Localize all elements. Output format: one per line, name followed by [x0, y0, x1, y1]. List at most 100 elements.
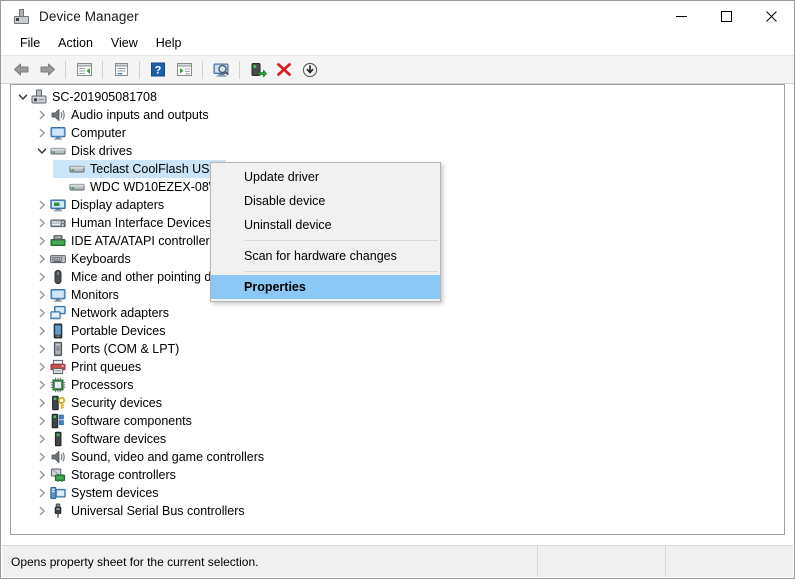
device-manager-icon [13, 8, 30, 25]
tree-item[interactable]: Disk drives [11, 142, 784, 160]
context-menu-item-scan-for-hardware-changes[interactable]: Scan for hardware changes [211, 244, 440, 268]
monitor-icon [50, 125, 66, 141]
chevron-right-icon[interactable] [34, 394, 50, 412]
menu-action[interactable]: Action [49, 33, 102, 54]
tree-item-label: Network adapters [71, 304, 174, 322]
svg-text:?: ? [155, 65, 162, 77]
storage-controller-icon [50, 467, 66, 483]
software-device-icon [50, 431, 66, 447]
tree-item-label: Audio inputs and outputs [71, 106, 214, 124]
title-bar: Device Manager [1, 1, 794, 32]
properties-icon[interactable] [109, 58, 133, 81]
device-manager-window: Device Manager File Action View Help [0, 0, 795, 579]
tree-item-label: Storage controllers [71, 466, 181, 484]
tree-item[interactable]: Audio inputs and outputs [11, 106, 784, 124]
minimize-button[interactable] [659, 1, 704, 32]
monitor-icon [50, 287, 66, 303]
tree-item[interactable]: Software devices [11, 430, 784, 448]
chevron-down-icon[interactable] [34, 142, 50, 160]
help-icon[interactable]: ? [146, 58, 170, 81]
toolbar-separator [202, 61, 203, 79]
chevron-right-icon[interactable] [34, 214, 50, 232]
computer-root-icon [31, 89, 47, 105]
context-menu-item-update-driver[interactable]: Update driver [211, 165, 440, 189]
chevron-right-icon[interactable] [34, 430, 50, 448]
disable-device-icon[interactable] [298, 58, 322, 81]
tree-item[interactable]: Storage controllers [11, 466, 784, 484]
tree-item-label: Portable Devices [71, 322, 171, 340]
context-menu-item-properties[interactable]: Properties [211, 275, 440, 299]
update-driver-icon[interactable] [246, 58, 270, 81]
scan-for-hardware-changes-icon[interactable] [209, 58, 233, 81]
chevron-right-icon[interactable] [34, 106, 50, 124]
processor-icon [50, 377, 66, 393]
tree-item-label: Software components [71, 412, 197, 430]
tree-item-label: IDE ATA/ATAPI controllers [71, 232, 221, 250]
device-tree: SC-201905081708Audio inputs and outputsC… [11, 85, 784, 520]
chevron-right-icon[interactable] [34, 286, 50, 304]
disk-icon [69, 179, 85, 195]
chevron-right-icon[interactable] [34, 358, 50, 376]
chevron-right-icon[interactable] [34, 448, 50, 466]
menu-help[interactable]: Help [147, 33, 191, 54]
tree-item[interactable]: Computer [11, 124, 784, 142]
chevron-right-icon[interactable] [34, 502, 50, 520]
tree-item[interactable]: Software components [11, 412, 784, 430]
chevron-right-icon[interactable] [34, 466, 50, 484]
chevron-right-icon[interactable] [34, 268, 50, 286]
back-icon[interactable] [9, 58, 33, 81]
device-tree-pane[interactable]: SC-201905081708Audio inputs and outputsC… [10, 84, 785, 535]
chevron-right-icon[interactable] [34, 304, 50, 322]
maximize-button[interactable] [704, 1, 749, 32]
tree-item[interactable]: System devices [11, 484, 784, 502]
tree-item[interactable]: Portable Devices [11, 322, 784, 340]
chevron-right-icon[interactable] [34, 376, 50, 394]
close-button[interactable] [749, 1, 794, 32]
speaker-icon [50, 449, 66, 465]
chevron-down-icon[interactable] [15, 88, 31, 106]
context-menu: Update driverDisable deviceUninstall dev… [210, 162, 441, 302]
show-hide-console-tree-icon[interactable] [72, 58, 96, 81]
tree-item-label: Software devices [71, 430, 171, 448]
tree-item-label: Human Interface Devices [71, 214, 216, 232]
chevron-right-icon[interactable] [34, 484, 50, 502]
speaker-icon [50, 107, 66, 123]
tree-item[interactable]: Sound, video and game controllers [11, 448, 784, 466]
context-menu-item-uninstall-device[interactable]: Uninstall device [211, 213, 440, 237]
tree-item-label: Computer [71, 124, 131, 142]
window-controls [659, 1, 794, 32]
usb-icon [50, 503, 66, 519]
ide-controller-icon [50, 233, 66, 249]
chevron-right-icon[interactable] [34, 322, 50, 340]
tree-item[interactable]: Processors [11, 376, 784, 394]
menu-view[interactable]: View [102, 33, 147, 54]
chevron-right-icon[interactable] [34, 340, 50, 358]
window-title: Device Manager [39, 9, 139, 24]
chevron-right-icon[interactable] [34, 232, 50, 250]
tree-root-node[interactable]: SC-201905081708 [11, 88, 784, 106]
chevron-right-icon[interactable] [34, 124, 50, 142]
status-pane-1 [537, 546, 665, 577]
uninstall-device-icon[interactable] [272, 58, 296, 81]
chevron-right-icon[interactable] [34, 196, 50, 214]
forward-icon[interactable] [35, 58, 59, 81]
tree-item-label: Monitors [71, 286, 124, 304]
view-devices-icon[interactable] [172, 58, 196, 81]
tree-item-label: Sound, video and game controllers [71, 448, 269, 466]
chevron-right-icon[interactable] [34, 412, 50, 430]
tree-item[interactable]: Network adapters [11, 304, 784, 322]
tree-item[interactable]: Print queues [11, 358, 784, 376]
tree-item-label: Universal Serial Bus controllers [71, 502, 250, 520]
tree-item-label: System devices [71, 484, 164, 502]
security-device-icon [50, 395, 66, 411]
menu-file[interactable]: File [11, 33, 49, 54]
tree-item[interactable]: Universal Serial Bus controllers [11, 502, 784, 520]
tree-item[interactable]: Ports (COM & LPT) [11, 340, 784, 358]
tree-leaf-spacer [53, 178, 69, 196]
tree-item[interactable]: Security devices [11, 394, 784, 412]
toolbar-separator [102, 61, 103, 79]
toolbar-separator [65, 61, 66, 79]
port-icon [50, 341, 66, 357]
context-menu-item-disable-device[interactable]: Disable device [211, 189, 440, 213]
chevron-right-icon[interactable] [34, 250, 50, 268]
